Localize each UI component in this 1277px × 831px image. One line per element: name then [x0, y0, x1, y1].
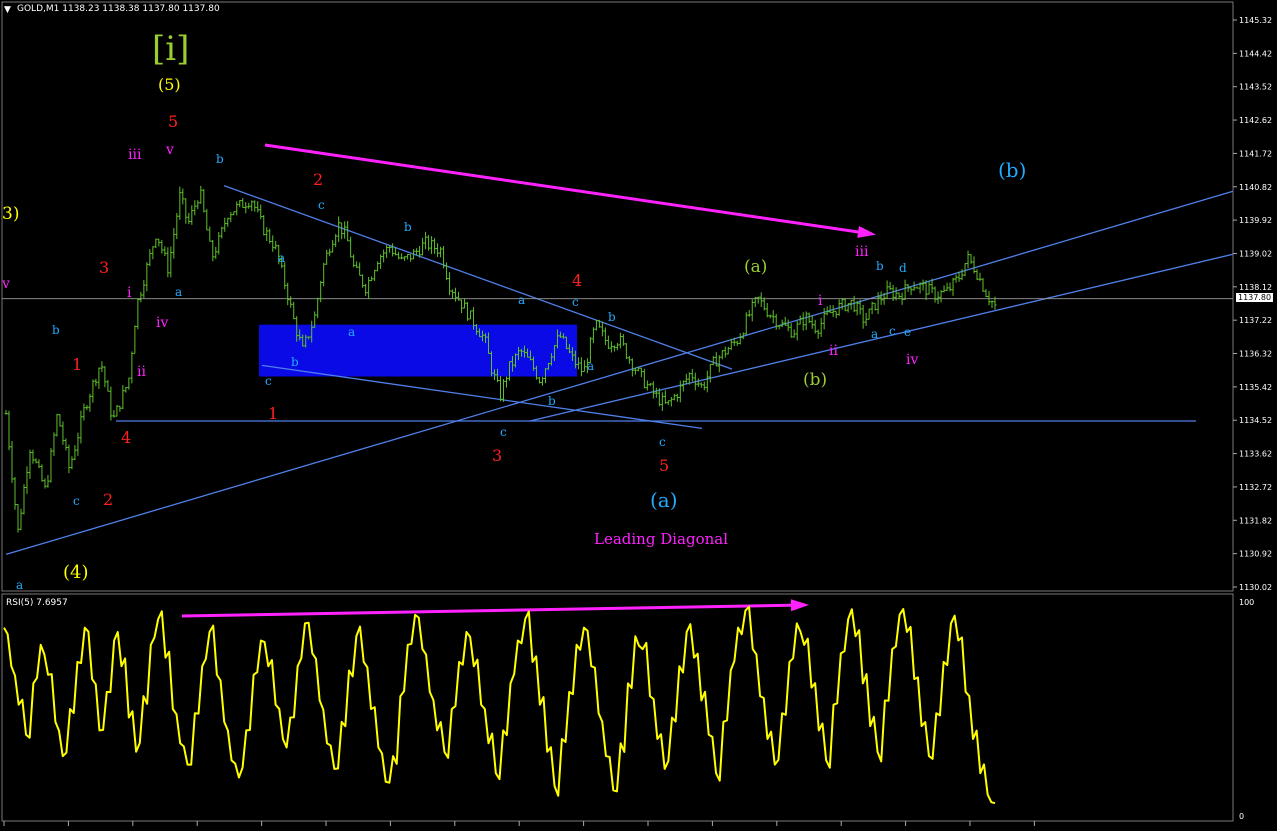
wave-label: c — [659, 435, 666, 449]
wave-label: (5) — [158, 75, 181, 94]
rsi-tick-label: 100 — [1239, 598, 1254, 607]
price-tick-label: 1132.72 — [1239, 483, 1272, 492]
price-tick-label: 1134.52 — [1239, 416, 1272, 425]
price-tick-label: 1144.42 — [1239, 49, 1272, 58]
wave-label: 5 — [659, 456, 669, 475]
wave-label: 2 — [103, 490, 113, 509]
rsi-divergence-arrow — [181, 603, 806, 618]
rsi-line — [3, 605, 996, 805]
wave-label: iv — [156, 315, 168, 331]
price-tick-label: 1137.22 — [1239, 316, 1272, 325]
wave-label: 3 — [492, 446, 502, 465]
price-tick-label: 1145.32 — [1239, 16, 1272, 25]
current-price-tag: 1137.80 — [1236, 293, 1274, 302]
wave-label: b — [291, 355, 299, 369]
rsi-tick-label: 0 — [1239, 812, 1244, 821]
rsi-header: RSI(5) 7.6957 — [6, 598, 68, 608]
wave-label: d — [899, 261, 907, 275]
price-tick-label: 1138.12 — [1239, 283, 1272, 292]
wave-label: ii — [829, 343, 838, 359]
wave-label: 5 — [168, 112, 178, 131]
price-tick-label: 1140.82 — [1239, 183, 1272, 192]
wave-label: 1 — [72, 355, 82, 374]
chart-header: GOLD,M1 1138.23 1138.38 1137.80 1137.80 — [17, 4, 220, 14]
upper-parallel-line — [529, 253, 1234, 422]
wave-label: b — [608, 310, 616, 324]
wave-label: 4 — [572, 271, 582, 290]
wave-label: b — [52, 323, 60, 337]
rsi-series — [3, 605, 996, 805]
wave-label: c — [500, 425, 507, 439]
wave-label: a — [278, 251, 285, 265]
lower-channel-line — [5, 190, 1234, 556]
wave-label: c — [318, 198, 325, 212]
price-tick-label: 1130.02 — [1239, 583, 1272, 592]
wave-label: (4) — [63, 562, 89, 583]
wave-label: (b) — [803, 370, 827, 390]
blue-zone-box — [259, 324, 577, 377]
price-tick-label: 1136.32 — [1239, 350, 1272, 359]
rsi-axis: 100 0 — [1239, 598, 1254, 821]
wave-label: 4 — [121, 428, 131, 447]
wave-label: b — [404, 220, 412, 234]
leading-diagonal-label: Leading Diagonal — [594, 530, 729, 548]
wave-label: (a) — [650, 488, 678, 512]
wave-label: a — [871, 327, 878, 341]
wave-label: 2 — [313, 170, 323, 189]
price-tick-label: 1131.82 — [1239, 516, 1272, 525]
wave-label: a — [16, 578, 23, 592]
wave-label: i — [818, 293, 823, 309]
rsi-divergence-arrow-head — [790, 599, 809, 612]
wave-label: i — [127, 285, 132, 301]
price-divergence-arrow — [264, 143, 873, 236]
wave-label: b — [876, 259, 884, 273]
wave-label: v — [1, 276, 10, 292]
wave-label: iii — [128, 147, 142, 163]
wave-label: 1 — [268, 404, 278, 423]
menu-arrow-icon[interactable]: ▼ — [4, 5, 11, 15]
price-tick-label: 1139.02 — [1239, 249, 1272, 258]
wave-label: a — [348, 325, 355, 339]
wave-label: (a) — [744, 257, 767, 277]
wave-label: b — [548, 394, 556, 408]
price-tick-label: 1142.62 — [1239, 116, 1272, 125]
price-tick-label: 1135.42 — [1239, 383, 1272, 392]
wave-label: ii — [137, 364, 146, 380]
price-tick-label: 1133.62 — [1239, 450, 1272, 459]
wave-label: iii — [855, 244, 869, 260]
wave-label: [i] — [152, 29, 189, 69]
wave-label: c — [889, 324, 896, 338]
main-panel-frame — [1, 1, 1234, 592]
wave-label: b — [216, 152, 224, 166]
price-tick-label: 1139.92 — [1239, 216, 1272, 225]
price-divergence-arrow-head — [857, 226, 876, 238]
wave-label: e — [904, 325, 911, 339]
wave-label: c — [265, 374, 272, 388]
chart-stage: 1145.32 1144.42 1143.52 1142.62 1141.72 1140.… — [1, 1, 1272, 826]
wave-label: iv — [906, 352, 918, 368]
wave-label: a — [175, 285, 182, 299]
wave-label: 3) — [2, 204, 19, 224]
price-axis: 1145.32 1144.42 1143.52 1142.62 1141.72 1140.… — [1233, 16, 1272, 592]
price-tick-label: 1143.52 — [1239, 83, 1272, 92]
price-tick-label: 1141.72 — [1239, 149, 1272, 158]
wave-label: c — [572, 295, 579, 309]
price-tick-label: 1130.92 — [1239, 550, 1272, 559]
wave-label: c — [73, 494, 80, 508]
time-axis — [3, 821, 1035, 826]
wave-label: a — [587, 359, 594, 373]
wave-label: v — [165, 142, 174, 158]
wave-label: a — [518, 293, 525, 307]
wave-label: (b) — [998, 158, 1026, 182]
wave-label: 3 — [99, 258, 109, 277]
